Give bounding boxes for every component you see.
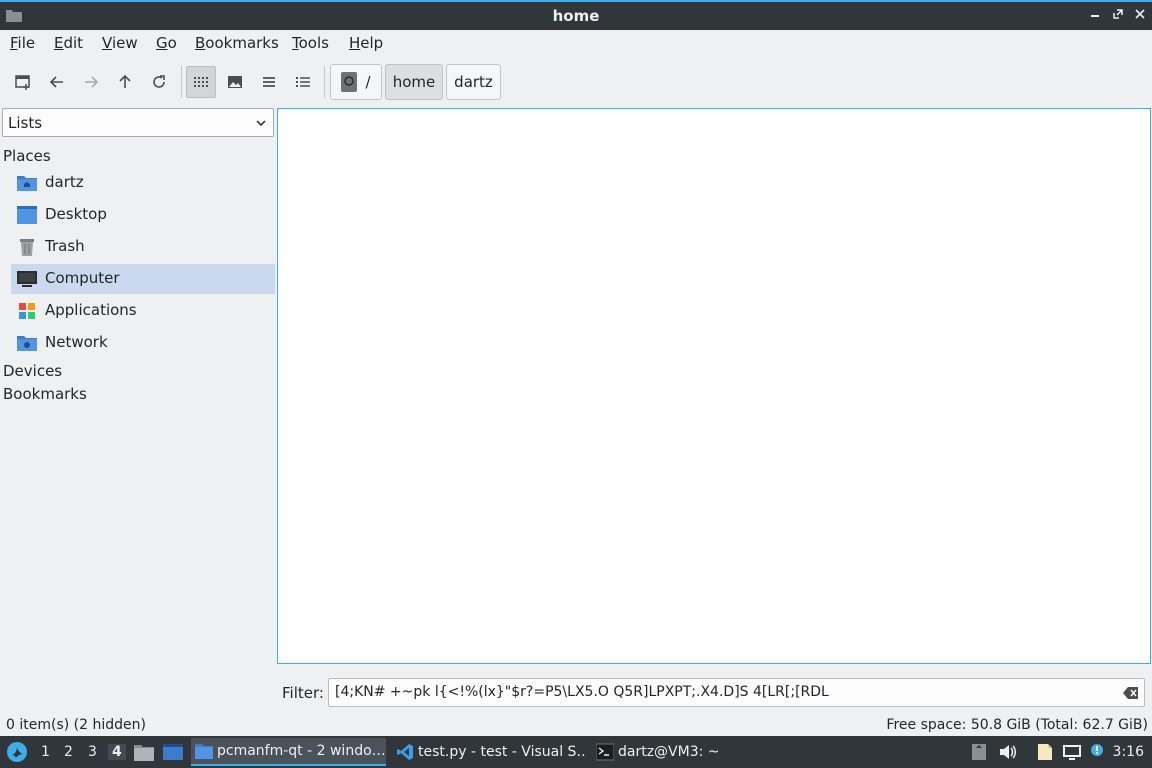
notification-icon[interactable]: [1090, 741, 1104, 759]
home-folder-icon: [17, 176, 37, 191]
menu-view[interactable]: View: [102, 34, 138, 52]
chevron-down-icon: [256, 120, 266, 127]
places-heading[interactable]: Places: [3, 147, 51, 165]
clear-icon[interactable]: [1123, 686, 1139, 700]
breadcrumb-label: dartz: [454, 73, 493, 91]
place-label: Desktop: [45, 205, 107, 223]
up-button[interactable]: [110, 66, 140, 98]
menu-help[interactable]: Help: [349, 34, 383, 52]
detailed-view-button[interactable]: [288, 66, 318, 98]
place-label: Network: [45, 333, 108, 351]
status-item-count: 0 item(s) (2 hidden): [6, 717, 146, 733]
minimize-icon: [1091, 15, 1099, 17]
reload-icon: [153, 75, 165, 88]
status-free-space: Free space: 50.8 GiB (Total: 62.7 GiB): [886, 717, 1148, 733]
network-tray-icon[interactable]: [1062, 743, 1082, 761]
image-icon: [228, 76, 242, 88]
place-label: Computer: [45, 269, 120, 287]
place-applications[interactable]: Applications: [11, 296, 275, 326]
back-button[interactable]: [42, 66, 72, 98]
icon-view-button[interactable]: [186, 66, 216, 98]
taskbar-window-label: pcmanfm-qt - 2 windo…: [217, 743, 386, 759]
side-pane-mode-value: Lists: [8, 114, 43, 132]
desktop-switch-3[interactable]: 3: [88, 744, 97, 760]
computer-icon: [17, 271, 37, 287]
start-menu-icon[interactable]: [6, 741, 28, 763]
forward-button[interactable]: [76, 66, 106, 98]
notes-tray-icon[interactable]: [1035, 743, 1055, 761]
breadcrumb-dartz[interactable]: dartz: [446, 64, 501, 100]
volume-icon[interactable]: [998, 743, 1018, 761]
trash-icon: [20, 239, 34, 256]
show-desktop-icon[interactable]: [163, 743, 183, 761]
desktop-switch-2[interactable]: 2: [64, 744, 73, 760]
taskbar-window-pcmanfm[interactable]: pcmanfm-qt - 2 windo…: [191, 738, 386, 766]
filter-input-value: [4;KN# +~pk l{<!%(lx}"$r?=P5\LX5.O Q5R]L…: [335, 684, 829, 700]
bookmarks-heading[interactable]: Bookmarks: [3, 385, 87, 403]
menu-file[interactable]: File: [10, 34, 35, 52]
place-trash[interactable]: Trash: [11, 232, 275, 262]
window-title: home: [552, 7, 600, 25]
thumbnail-view-button[interactable]: [220, 66, 250, 98]
breadcrumb-label: home: [392, 73, 436, 91]
place-dartz[interactable]: dartz: [11, 168, 275, 198]
breadcrumb-home[interactable]: home: [385, 64, 443, 100]
maximize-icon: [1113, 9, 1123, 19]
list-icon: [263, 77, 275, 87]
menu-bookmarks[interactable]: Bookmarks: [195, 34, 279, 52]
arrow-right-icon: [85, 76, 99, 88]
close-button[interactable]: [1129, 5, 1151, 27]
desktop-icon: [17, 206, 37, 224]
place-desktop[interactable]: Desktop: [11, 200, 275, 230]
folder-icon: [195, 744, 213, 759]
menu-go[interactable]: Go: [156, 34, 177, 52]
taskbar-window-terminal[interactable]: dartz@VM3: ~: [592, 738, 787, 766]
place-label: Applications: [45, 301, 137, 319]
minimize-button[interactable]: [1084, 5, 1106, 27]
toolbar-separator: [181, 66, 182, 98]
applications-icon: [19, 303, 35, 319]
close-icon: [1135, 9, 1145, 19]
taskbar-window-label: test.py - test - Visual S…: [418, 744, 587, 760]
arrow-left-icon: [49, 76, 63, 88]
toolbar: / home dartz: [0, 60, 1152, 104]
menu-edit[interactable]: Edit: [54, 34, 83, 52]
detailed-list-icon: [296, 77, 310, 87]
file-view[interactable]: [277, 108, 1151, 664]
terminal-icon: [596, 743, 614, 761]
maximize-button[interactable]: [1107, 5, 1129, 27]
menu-tools[interactable]: Tools: [292, 34, 329, 52]
desktop-switch-4[interactable]: 4: [108, 744, 126, 760]
place-network[interactable]: Network: [11, 328, 275, 358]
taskbar: 1 2 3 4 pcmanfm-qt - 2 windo… test.py - …: [0, 736, 1152, 768]
network-folder-icon: [17, 336, 37, 351]
title-bar: home: [0, 0, 1152, 30]
vscode-icon: [397, 744, 413, 760]
breadcrumb-root[interactable]: /: [330, 64, 382, 100]
toolbar-separator: [324, 66, 325, 98]
breadcrumb-root-label: /: [365, 73, 371, 91]
filter-label: Filter:: [282, 684, 324, 702]
clipboard-tray-icon[interactable]: [971, 743, 987, 761]
new-tab-icon: [15, 75, 30, 90]
side-pane-mode-select[interactable]: Lists: [2, 108, 274, 137]
arrow-up-icon: [119, 74, 131, 88]
place-label: dartz: [45, 173, 84, 191]
filter-input[interactable]: [4;KN# +~pk l{<!%(lx}"$r?=P5\LX5.O Q5R]L…: [328, 678, 1145, 707]
grid-icon: [194, 77, 208, 87]
desktop-switch-1[interactable]: 1: [41, 744, 50, 760]
taskbar-window-vscode[interactable]: test.py - test - Visual S…: [392, 738, 587, 766]
menu-bar: File Edit View Go Bookmarks Tools Help: [0, 30, 1152, 56]
drive-icon: [341, 72, 358, 92]
place-label: Trash: [45, 237, 85, 255]
compact-view-button[interactable]: [254, 66, 284, 98]
reload-button[interactable]: [144, 66, 174, 98]
devices-heading[interactable]: Devices: [3, 362, 62, 380]
place-computer[interactable]: Computer: [11, 264, 275, 294]
taskbar-window-label: dartz@VM3: ~: [618, 744, 720, 760]
new-tab-button[interactable]: [8, 66, 38, 98]
file-manager-launcher-icon[interactable]: [134, 743, 154, 761]
clock[interactable]: 3:16: [1113, 744, 1144, 760]
